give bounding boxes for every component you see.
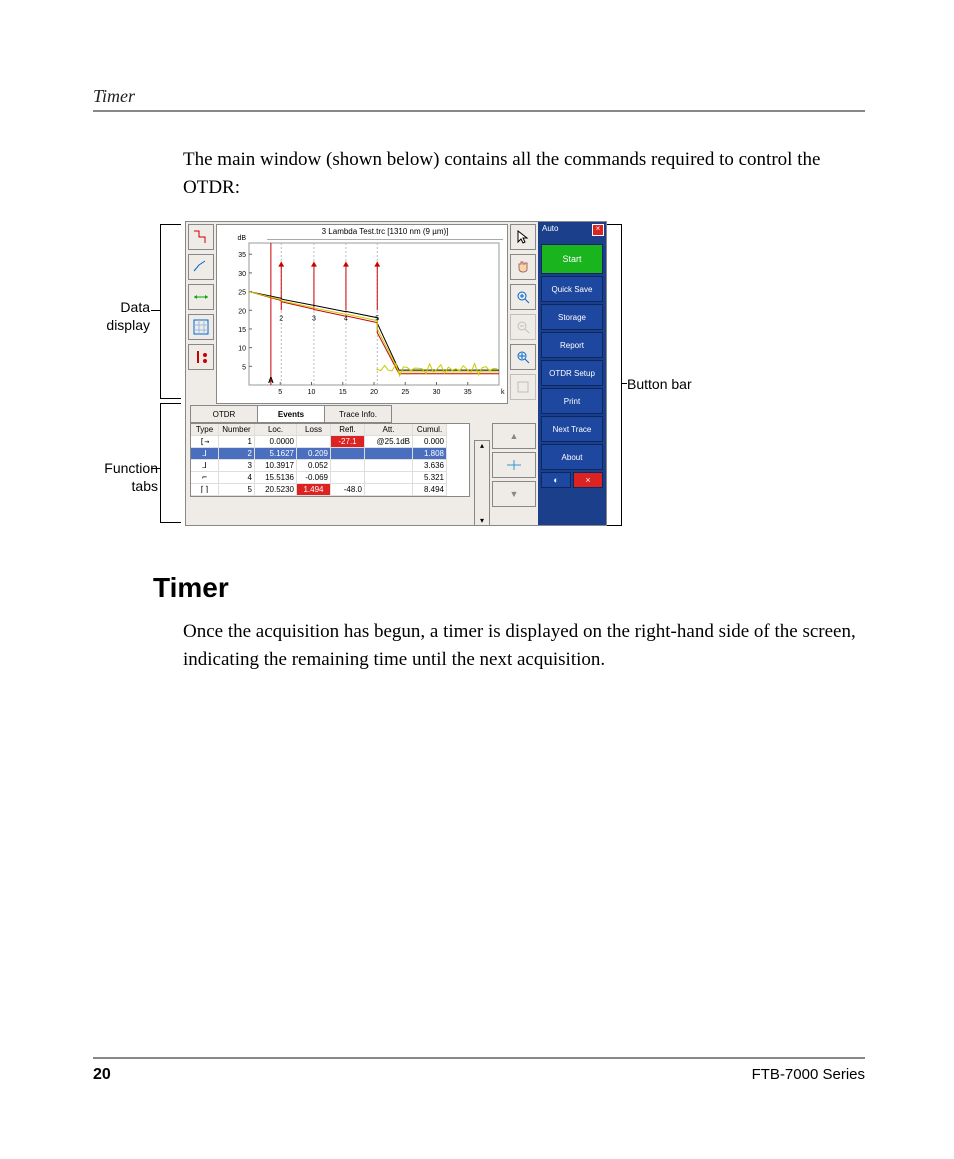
footer-rule xyxy=(93,1057,865,1059)
zoom-fit-icon[interactable] xyxy=(510,374,536,400)
tool-trace-a-icon[interactable] xyxy=(188,224,214,250)
svg-text:25: 25 xyxy=(238,290,246,297)
svg-text:15: 15 xyxy=(238,327,246,334)
zoom-extent-icon[interactable] xyxy=(510,344,536,370)
bracket-data-display xyxy=(160,224,181,399)
next-trace-button[interactable]: Next Trace xyxy=(541,416,603,442)
print-button[interactable]: Print xyxy=(541,388,603,414)
callout-button-bar: Button bar xyxy=(627,376,692,392)
table-row[interactable]: ⌈⌉520.52301.494-48.08.494 xyxy=(191,484,469,496)
svg-text:5: 5 xyxy=(242,364,246,371)
svg-text:35: 35 xyxy=(464,389,472,396)
table-scrollbar[interactable]: ▴▾ xyxy=(474,440,490,526)
quick-save-button[interactable]: Quick Save xyxy=(541,276,603,302)
section-heading-timer: Timer xyxy=(153,572,229,604)
tool-marker-icon[interactable] xyxy=(188,344,214,370)
tab-trace-info[interactable]: Trace Info. xyxy=(324,405,392,423)
table-row[interactable]: ⌐415.5136-0.0695.321 xyxy=(191,472,469,484)
tool-span-icon[interactable] xyxy=(188,284,214,310)
svg-text:10: 10 xyxy=(238,346,246,353)
nav-split-icon[interactable] xyxy=(492,452,536,478)
pointer-icon[interactable] xyxy=(510,224,536,250)
trace-plot: 3 Lambda Test.trc [1310 nm (9 µm)] 35302… xyxy=(216,224,508,404)
callout-function-tabs: Functiontabs xyxy=(88,459,158,495)
bracket-button-bar xyxy=(607,224,622,526)
svg-text:dB: dB xyxy=(237,235,246,242)
close-icon[interactable]: × xyxy=(592,224,604,236)
svg-text:35: 35 xyxy=(238,252,246,259)
bracket-function-tabs xyxy=(160,403,181,523)
left-toolbar xyxy=(188,224,214,374)
tool-grid-icon[interactable] xyxy=(188,314,214,340)
tab-otdr[interactable]: OTDR xyxy=(190,405,258,423)
header-rule xyxy=(93,110,865,112)
svg-text:20: 20 xyxy=(238,308,246,315)
bracket-tick xyxy=(151,310,160,311)
nav-down-double-icon[interactable]: ▼ xyxy=(492,481,536,507)
about-button[interactable]: About xyxy=(541,444,603,470)
hand-icon[interactable] xyxy=(510,254,536,280)
svg-text:A: A xyxy=(268,376,274,385)
zoom-in-icon[interactable] xyxy=(510,284,536,310)
svg-text:25: 25 xyxy=(401,389,409,396)
help-icon[interactable]: ◐ xyxy=(541,472,571,488)
auto-label: Auto xyxy=(542,224,558,233)
svg-text:10: 10 xyxy=(308,389,316,396)
footer-series: FTB-7000 Series xyxy=(752,1066,865,1083)
button-bar: Auto × Start Quick Save Storage Report O… xyxy=(538,222,606,525)
callout-data-display: Datadisplay xyxy=(88,298,150,334)
svg-text:30: 30 xyxy=(433,389,441,396)
tool-trace-b-icon[interactable] xyxy=(188,254,214,280)
function-tabs-area: OTDR Events Trace Info. TypeNumberLoc.Lo… xyxy=(190,405,534,497)
svg-text:5: 5 xyxy=(278,389,282,396)
storage-button[interactable]: Storage xyxy=(541,304,603,330)
events-table: TypeNumberLoc.LossRefl.Att.Cumul.[→10.00… xyxy=(190,423,470,497)
bracket-tick xyxy=(151,468,160,469)
otdr-setup-button[interactable]: OTDR Setup xyxy=(541,360,603,386)
intro-paragraph: The main window (shown below) contains a… xyxy=(183,146,863,201)
trace-plot-svg: 3530252015105dB5101520253035km2345A xyxy=(219,227,505,401)
tab-events[interactable]: Events xyxy=(257,405,325,423)
table-row[interactable]: ⅃25.16270.2091.808 xyxy=(191,448,469,460)
table-row[interactable]: ⅃310.39170.0523.636 xyxy=(191,460,469,472)
svg-text:30: 30 xyxy=(238,271,246,278)
report-button[interactable]: Report xyxy=(541,332,603,358)
svg-text:3: 3 xyxy=(312,315,316,322)
section-body: Once the acquisition has begun, a timer … xyxy=(183,618,863,673)
bracket-tick xyxy=(621,383,627,384)
svg-text:km: km xyxy=(501,389,505,396)
exit-icon[interactable]: × xyxy=(573,472,603,488)
page-number: 20 xyxy=(93,1066,111,1084)
svg-text:2: 2 xyxy=(279,315,283,322)
start-button[interactable]: Start xyxy=(541,244,603,274)
auto-label-row: Auto × xyxy=(538,222,606,242)
right-toolbar xyxy=(510,224,534,404)
svg-text:15: 15 xyxy=(339,389,347,396)
running-header: Timer xyxy=(93,86,135,107)
otdr-main-window: 3 Lambda Test.trc [1310 nm (9 µm)] 35302… xyxy=(185,221,607,526)
nav-up-double-icon[interactable]: ▲ xyxy=(492,423,536,449)
table-row[interactable]: [→10.0000-27.1@25.1dB0.000 xyxy=(191,436,469,448)
zoom-out-icon[interactable] xyxy=(510,314,536,340)
svg-text:20: 20 xyxy=(370,389,378,396)
